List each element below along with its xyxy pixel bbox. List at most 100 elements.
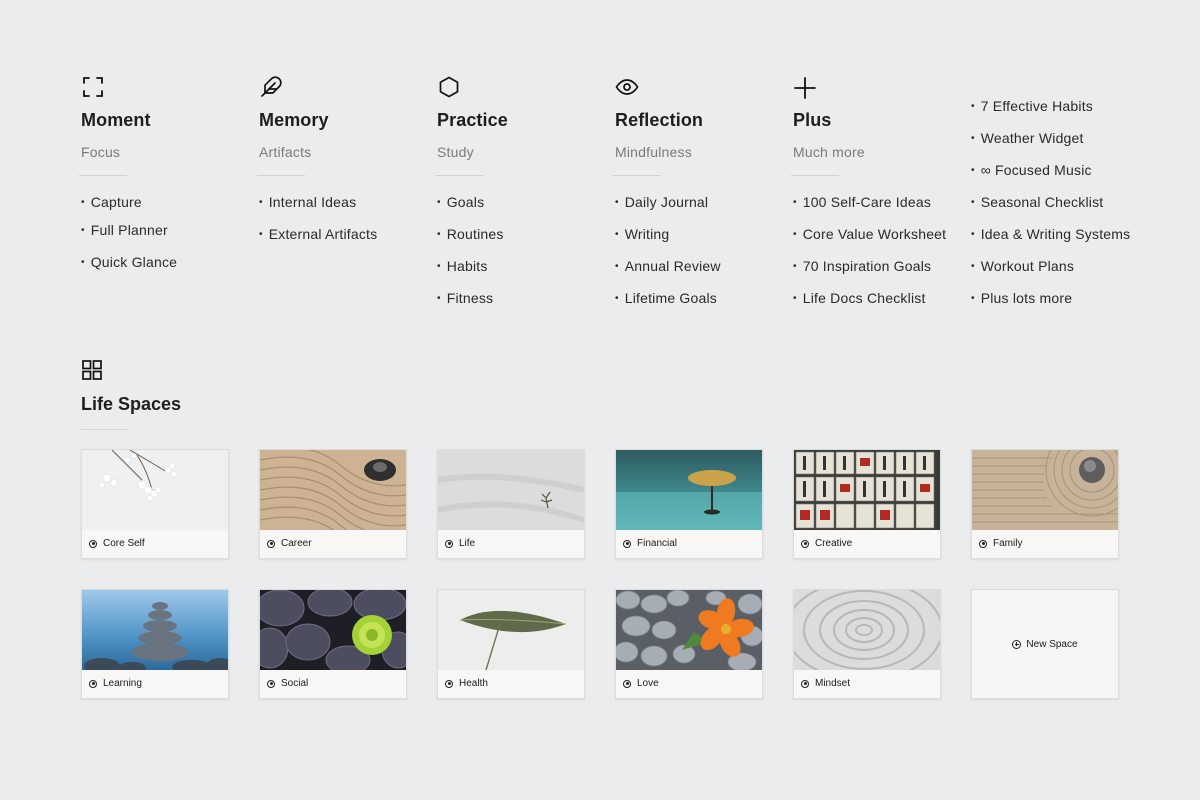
list-item[interactable]: Habits xyxy=(437,258,504,290)
new-space-label: New Space xyxy=(972,590,1118,698)
life-spaces-title: Life Spaces xyxy=(81,394,182,414)
card-label: Creative xyxy=(801,538,852,549)
new-space-text: New Space xyxy=(1026,638,1078,650)
divider xyxy=(257,175,305,176)
target-icon xyxy=(445,539,453,548)
divider xyxy=(435,175,483,176)
hexagon-icon xyxy=(437,75,461,99)
space-card-life[interactable]: Life xyxy=(437,449,585,559)
list-item[interactable]: Core Value Worksheet xyxy=(793,226,946,258)
card-label: Learning xyxy=(89,678,142,689)
list-item[interactable]: ∞ Focused Music xyxy=(971,162,1130,194)
card-label: Health xyxy=(445,678,488,689)
card-label: Mindset xyxy=(801,678,850,689)
column-list: Internal Ideas External Artifacts xyxy=(259,194,377,258)
card-label-text: Social xyxy=(281,678,309,689)
space-card-family[interactable]: Family xyxy=(971,449,1119,559)
column-list: Capture Full Planner Quick Glance xyxy=(81,194,177,286)
feather-icon xyxy=(259,75,283,99)
column-title: Practice xyxy=(437,110,508,130)
list-item[interactable]: Idea & Writing Systems xyxy=(971,226,1130,258)
list-item[interactable]: Annual Review xyxy=(615,258,721,290)
list-item[interactable]: Daily Journal xyxy=(615,194,721,226)
new-space-button[interactable]: New Space xyxy=(971,589,1119,699)
column-subtitle: Artifacts xyxy=(259,144,312,160)
eye-icon xyxy=(615,75,639,99)
column-subtitle: Much more xyxy=(793,144,865,160)
space-card-social[interactable]: Social xyxy=(259,589,407,699)
list-item[interactable]: Writing xyxy=(615,226,721,258)
space-card-health[interactable]: Health xyxy=(437,589,585,699)
card-label: Life xyxy=(445,538,475,549)
list-item[interactable]: Seasonal Checklist xyxy=(971,194,1130,226)
card-label: Core Self xyxy=(89,538,145,549)
space-card-love[interactable]: Love xyxy=(615,589,763,699)
list-item[interactable]: Workout Plans xyxy=(971,258,1130,290)
space-card-learning[interactable]: Learning xyxy=(81,589,229,699)
target-icon xyxy=(267,539,275,548)
list-item[interactable]: 70 Inspiration Goals xyxy=(793,258,946,290)
space-card-creative[interactable]: Creative xyxy=(793,449,941,559)
list-item[interactable]: Capture xyxy=(81,194,177,222)
list-item[interactable]: Goals xyxy=(437,194,504,226)
target-icon xyxy=(267,679,275,688)
extras-list: 7 Effective Habits Weather Widget ∞ Focu… xyxy=(971,98,1130,322)
list-item[interactable]: Weather Widget xyxy=(971,130,1130,162)
card-label-text: Core Self xyxy=(103,538,145,549)
grid-icon xyxy=(81,359,103,381)
card-label-text: Life xyxy=(459,538,476,549)
list-item[interactable]: Life Docs Checklist xyxy=(793,290,946,322)
tree-in-water-image xyxy=(616,450,762,530)
divider xyxy=(79,175,127,176)
card-label-text: Health xyxy=(459,678,488,689)
list-item[interactable]: Routines xyxy=(437,226,504,258)
zen-sand-stone-image xyxy=(260,450,406,530)
list-item[interactable]: Fitness xyxy=(437,290,504,322)
sand-spiral-image xyxy=(794,590,940,670)
divider xyxy=(81,429,129,430)
column-list: Goals Routines Habits Fitness xyxy=(437,194,504,322)
column-title: Plus xyxy=(793,110,832,130)
stones-orange-flower-image xyxy=(616,590,762,670)
list-item[interactable]: Plus lots more xyxy=(971,290,1130,322)
list-item[interactable]: Quick Glance xyxy=(81,254,177,286)
sand-circles-stone-image xyxy=(972,450,1118,530)
plus-circle-icon xyxy=(1012,639,1022,649)
column-subtitle: Mindfulness xyxy=(615,144,692,160)
cherry-blossom-image xyxy=(82,450,228,530)
divider xyxy=(613,175,661,176)
card-label: Love xyxy=(623,678,659,689)
card-label: Career xyxy=(267,538,312,549)
column-subtitle: Focus xyxy=(81,144,121,160)
space-card-core-self[interactable]: Core Self xyxy=(81,449,229,559)
card-label-text: Love xyxy=(637,678,659,689)
sand-sprout-image xyxy=(438,450,584,530)
stacked-stones-image xyxy=(82,590,228,670)
card-label-text: Creative xyxy=(815,538,853,549)
list-item[interactable]: External Artifacts xyxy=(259,226,377,258)
list-item[interactable]: Full Planner xyxy=(81,222,177,254)
list-item[interactable]: 7 Effective Habits xyxy=(971,98,1130,130)
leaf-image xyxy=(438,590,584,670)
space-card-mindset[interactable]: Mindset xyxy=(793,589,941,699)
card-label-text: Learning xyxy=(103,678,142,689)
feature-columns: Moment Focus Capture Full Planner Quick … xyxy=(79,75,1181,335)
divider xyxy=(791,175,839,176)
plus-icon xyxy=(793,75,817,99)
list-item[interactable]: Lifetime Goals xyxy=(615,290,721,322)
list-item[interactable]: Internal Ideas xyxy=(259,194,377,226)
target-icon xyxy=(979,539,987,548)
sake-barrels-image xyxy=(794,450,940,530)
target-icon xyxy=(623,539,631,548)
column-subtitle: Study xyxy=(437,144,474,160)
target-icon xyxy=(445,679,453,688)
target-icon xyxy=(623,679,631,688)
card-label-text: Career xyxy=(281,538,312,549)
focus-frame-icon xyxy=(81,75,105,99)
card-label-text: Family xyxy=(993,538,1023,549)
target-icon xyxy=(89,679,97,688)
space-card-career[interactable]: Career xyxy=(259,449,407,559)
list-item[interactable]: 100 Self-Care Ideas xyxy=(793,194,946,226)
space-card-financial[interactable]: Financial xyxy=(615,449,763,559)
column-title: Moment xyxy=(81,110,151,130)
